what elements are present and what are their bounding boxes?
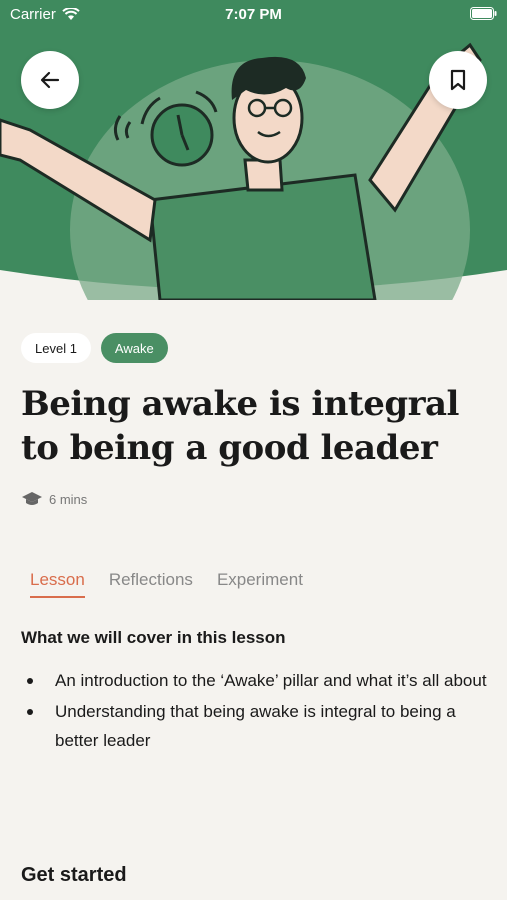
graduation-cap-icon bbox=[22, 492, 42, 505]
bookmark-button[interactable] bbox=[429, 51, 487, 109]
list-item-text: Understanding that being awake is integr… bbox=[55, 702, 456, 750]
bookmark-icon bbox=[450, 69, 466, 91]
duration-label: 6 mins bbox=[49, 491, 88, 507]
status-time: 7:07 PM bbox=[225, 6, 282, 23]
lesson-tags: Level 1 Awake bbox=[21, 333, 168, 363]
lesson-duration: 6 mins bbox=[21, 491, 87, 507]
lesson-title: Being awake is integral to being a good … bbox=[21, 384, 459, 468]
section-heading: What we will cover in this lesson bbox=[21, 628, 286, 647]
hero-illustration bbox=[0, 0, 507, 300]
pillar-badge: Awake bbox=[100, 333, 168, 363]
get-started-heading: Get started bbox=[21, 864, 127, 886]
lesson-tabs: Lesson Reflections Experiment bbox=[30, 570, 303, 598]
bullet-dot bbox=[27, 709, 33, 715]
tab-experiment[interactable]: Experiment bbox=[217, 570, 303, 598]
list-item-text: An introduction to the ‘Awake’ pillar an… bbox=[55, 671, 487, 690]
arrow-left-icon bbox=[40, 71, 60, 89]
back-button[interactable] bbox=[21, 51, 79, 109]
status-bar: Carrier 7:07 PM bbox=[0, 0, 507, 30]
tab-reflections[interactable]: Reflections bbox=[109, 570, 193, 598]
tab-lesson[interactable]: Lesson bbox=[30, 570, 85, 598]
level-badge: Level 1 bbox=[21, 333, 91, 363]
bullet-dot bbox=[27, 678, 33, 684]
battery-icon bbox=[470, 7, 497, 20]
lesson-bullet-list: An introduction to the ‘Awake’ pillar an… bbox=[21, 666, 491, 757]
list-item: An introduction to the ‘Awake’ pillar an… bbox=[21, 666, 491, 695]
list-item: Understanding that being awake is integr… bbox=[21, 697, 491, 755]
